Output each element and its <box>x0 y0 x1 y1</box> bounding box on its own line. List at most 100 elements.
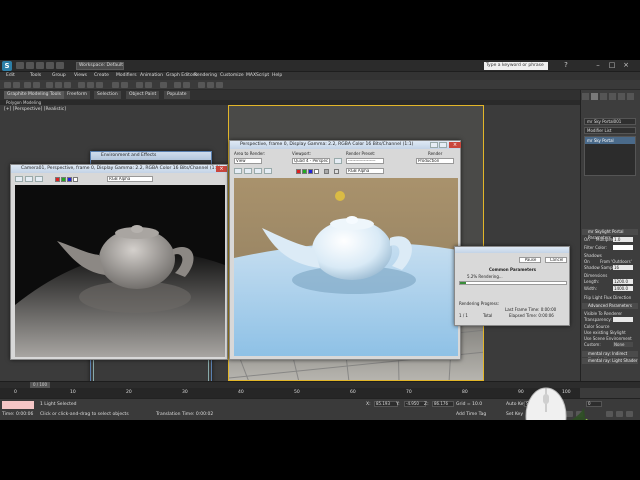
menu-animation[interactable]: Animation <box>140 73 163 78</box>
orbit-icon[interactable] <box>626 411 633 417</box>
unlink-icon[interactable] <box>33 82 40 88</box>
rotate-icon[interactable] <box>87 82 94 88</box>
x-coordinate-field[interactable]: 85.193 <box>374 401 398 407</box>
modify-tab-icon[interactable] <box>591 93 598 100</box>
menu-rendering[interactable]: Rendering <box>194 73 217 78</box>
lock-viewport-icon[interactable] <box>334 158 342 164</box>
align-icon[interactable] <box>145 82 152 88</box>
custom-map-button[interactable]: None <box>613 342 633 347</box>
from-outdoors-checkbox[interactable]: From 'Outdoors' <box>600 259 632 264</box>
copy-image-icon[interactable] <box>25 176 33 182</box>
menu-create[interactable]: Create <box>94 73 109 78</box>
frame-left-close-button[interactable]: × <box>216 166 227 172</box>
link-icon[interactable] <box>24 82 31 88</box>
alpha-channel-icon-right[interactable] <box>314 169 319 174</box>
frame-left-channel-select[interactable]: RGB Alpha <box>107 176 153 182</box>
render-button-label[interactable]: Render <box>428 151 442 156</box>
app-logo[interactable]: S <box>2 61 12 71</box>
search-input[interactable]: Type a keyword or phrase <box>484 62 548 70</box>
help-icon[interactable]: ? <box>560 61 572 70</box>
menu-group[interactable]: Group <box>52 73 66 78</box>
custom-radio[interactable]: Custom: <box>584 342 601 347</box>
redo-toolbar-icon[interactable] <box>13 82 20 88</box>
blue-channel-icon[interactable] <box>67 177 72 182</box>
pause-button[interactable]: Pause <box>519 257 541 263</box>
maximize-button[interactable]: □ <box>606 61 618 70</box>
menu-maxscript[interactable]: MAXScript <box>246 73 269 78</box>
modifier-list-dropdown[interactable]: Modifier List <box>584 127 636 134</box>
clone-window-icon[interactable] <box>35 176 43 182</box>
curve-editor-icon[interactable] <box>174 82 181 88</box>
flip-light-checkbox[interactable]: Flip Light Flux Direction <box>584 295 631 300</box>
green-channel-icon-right[interactable] <box>302 169 307 174</box>
render-preset-select[interactable]: ------------------- <box>346 158 384 164</box>
object-name-field[interactable]: mr Sky Portal001 <box>584 118 636 125</box>
print-image-icon[interactable] <box>264 168 272 174</box>
hierarchy-tab-icon[interactable] <box>600 93 607 100</box>
tab-freeform[interactable]: Freeform <box>64 91 91 99</box>
use-scene-environment-radio[interactable]: Use Scene Environment <box>584 336 632 341</box>
width-value[interactable]: 1400.0 <box>613 286 633 291</box>
save-image-icon[interactable] <box>15 176 23 182</box>
menu-tools[interactable]: Tools <box>30 73 41 78</box>
viewport-select[interactable]: Quad 4 - Perspec <box>292 158 330 164</box>
light-shader-header[interactable]: mental ray: Light Shader <box>582 358 638 364</box>
snap-icon[interactable] <box>112 82 119 88</box>
advanced-parameters-header[interactable]: Advanced Parameters <box>582 303 638 309</box>
skylight-portal-parameters-header[interactable]: mr Skylight Portal Parameters <box>582 229 638 240</box>
clear-icon[interactable] <box>334 169 339 174</box>
rendered-frame-window-icon[interactable] <box>207 82 214 88</box>
modifier-stack[interactable]: mr Sky Portal <box>584 136 636 176</box>
workspace-dropdown[interactable]: Workspace: Default <box>76 62 124 70</box>
material-editor-icon[interactable] <box>183 82 190 88</box>
undo-toolbar-icon[interactable] <box>4 82 11 88</box>
frame-right-channel-select[interactable]: RGB Alpha <box>346 168 384 174</box>
on-checkbox-label[interactable]: On <box>584 237 590 242</box>
maxscript-listener[interactable] <box>2 401 34 409</box>
transparency-swatch[interactable] <box>613 317 633 322</box>
cancel-button[interactable]: Cancel <box>545 257 567 263</box>
clone-window-icon-right[interactable] <box>254 168 262 174</box>
length-value[interactable]: 1200.0 <box>613 279 633 284</box>
menu-help[interactable]: Help <box>272 73 282 78</box>
shadows-on-checkbox[interactable]: On <box>584 259 590 264</box>
multiplier-value[interactable]: 1.0 <box>613 237 633 242</box>
red-channel-icon[interactable] <box>55 177 60 182</box>
render-setup-icon[interactable] <box>198 82 205 88</box>
menu-edit[interactable]: Edit <box>6 73 15 78</box>
layer-manager-icon[interactable] <box>160 82 167 88</box>
area-to-render-select[interactable]: View <box>234 158 262 164</box>
track-bar[interactable]: 0 10 20 30 40 50 60 70 80 90 100 <box>0 388 580 398</box>
production-select[interactable]: Production <box>416 158 454 164</box>
close-button[interactable]: × <box>620 61 632 70</box>
shadow-samples-value[interactable]: 16 <box>613 265 633 270</box>
frame-right-minimize-button[interactable] <box>430 142 438 148</box>
add-time-tag-button[interactable]: Add Time Tag <box>456 412 486 417</box>
filter-color-swatch[interactable] <box>613 245 633 250</box>
menu-customize[interactable]: Customize <box>220 73 244 78</box>
blue-channel-icon-right[interactable] <box>308 169 313 174</box>
save-file-icon[interactable] <box>36 62 44 69</box>
select-by-name-icon[interactable] <box>55 82 62 88</box>
minimize-button[interactable]: – <box>592 61 604 70</box>
tab-populate[interactable]: Populate <box>164 91 190 99</box>
open-file-icon[interactable] <box>26 62 34 69</box>
y-coordinate-field[interactable]: -4.950 <box>404 401 426 407</box>
tab-object-paint[interactable]: Object Paint <box>126 91 160 99</box>
menu-views[interactable]: Views <box>74 73 87 78</box>
scale-icon[interactable] <box>96 82 103 88</box>
tab-selection[interactable]: Selection <box>94 91 121 99</box>
menu-modifiers[interactable]: Modifiers <box>116 73 137 78</box>
green-channel-icon[interactable] <box>61 177 66 182</box>
indirect-illumination-header[interactable]: mental ray: Indirect Illumination <box>582 351 638 362</box>
zoom-icon[interactable] <box>606 411 613 417</box>
render-production-icon[interactable] <box>216 82 223 88</box>
monochrome-icon[interactable] <box>324 169 329 174</box>
alpha-channel-icon[interactable] <box>73 177 78 182</box>
viewport-label[interactable]: [+] [Perspective] [Realistic] <box>4 107 66 112</box>
use-existing-skylight-radio[interactable]: Use existing Skylight <box>584 330 626 335</box>
frame-right-maximize-button[interactable] <box>439 142 447 148</box>
move-icon[interactable] <box>78 82 85 88</box>
stack-item-sky-portal[interactable]: mr Sky Portal <box>585 137 635 144</box>
visible-to-renderer-checkbox[interactable]: Visible To Renderer <box>584 311 622 316</box>
